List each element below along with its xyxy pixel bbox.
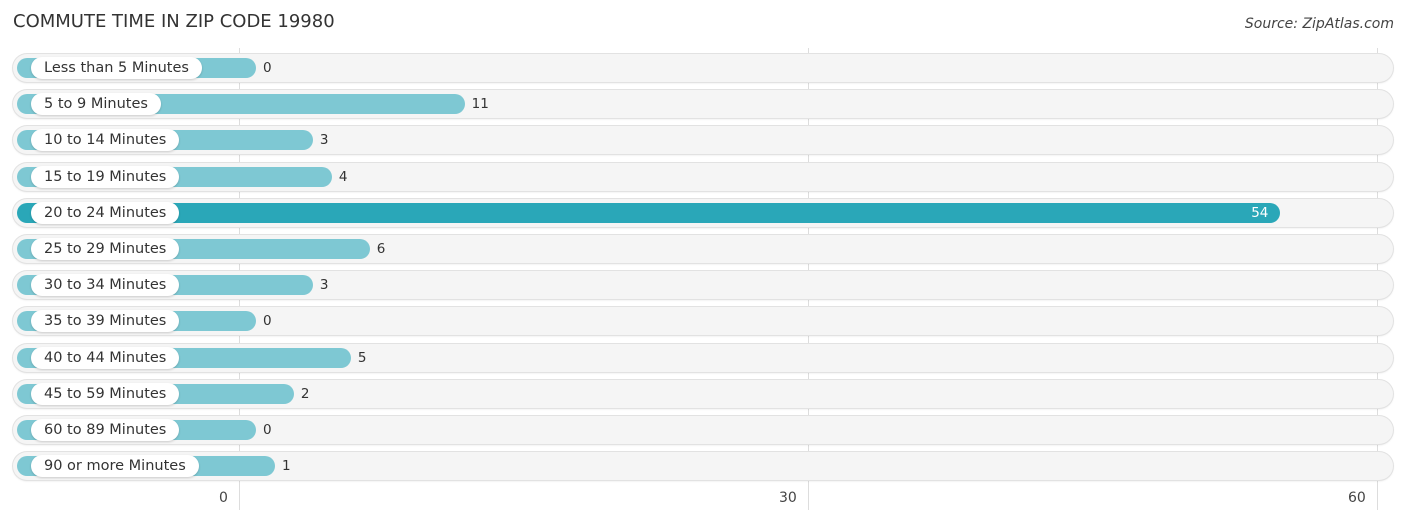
category-label: 10 to 14 Minutes [31,129,180,152]
value-label: 3 [319,277,329,294]
x-tick-label: 30 [779,490,797,506]
value-label: 0 [263,60,272,76]
value-label: 3 [319,132,329,149]
value-label: 2 [300,385,310,402]
value-label: 54 [1251,204,1269,221]
category-label: Less than 5 Minutes [31,57,202,79]
value-label: 11 [471,96,489,113]
category-label: 30 to 34 Minutes [31,274,180,297]
category-label: 40 to 44 Minutes [31,346,180,369]
category-label: 90 or more Minutes [31,455,199,478]
category-label: 60 to 89 Minutes [31,419,180,441]
category-label: 15 to 19 Minutes [31,165,180,188]
x-tick-label: 60 [1348,490,1366,506]
category-label: 35 to 39 Minutes [31,310,180,333]
bar [17,202,1281,223]
category-label: 25 to 29 Minutes [31,238,180,260]
bar-chart: 0 30 60 Less than 5 Minutes 0 5 to 9 Minutes 1… [0,0,1406,523]
category-label: 45 to 59 Minutes [31,382,180,405]
value-label: 4 [338,168,348,185]
value-label: 0 [263,313,272,330]
category-label: 5 to 9 Minutes [31,93,161,116]
value-label: 6 [376,241,386,257]
category-label: 20 to 24 Minutes [31,201,180,224]
x-tick-label: 0 [219,490,228,506]
value-label: 1 [281,458,291,475]
value-label: 0 [263,422,272,438]
value-label: 5 [357,349,367,366]
